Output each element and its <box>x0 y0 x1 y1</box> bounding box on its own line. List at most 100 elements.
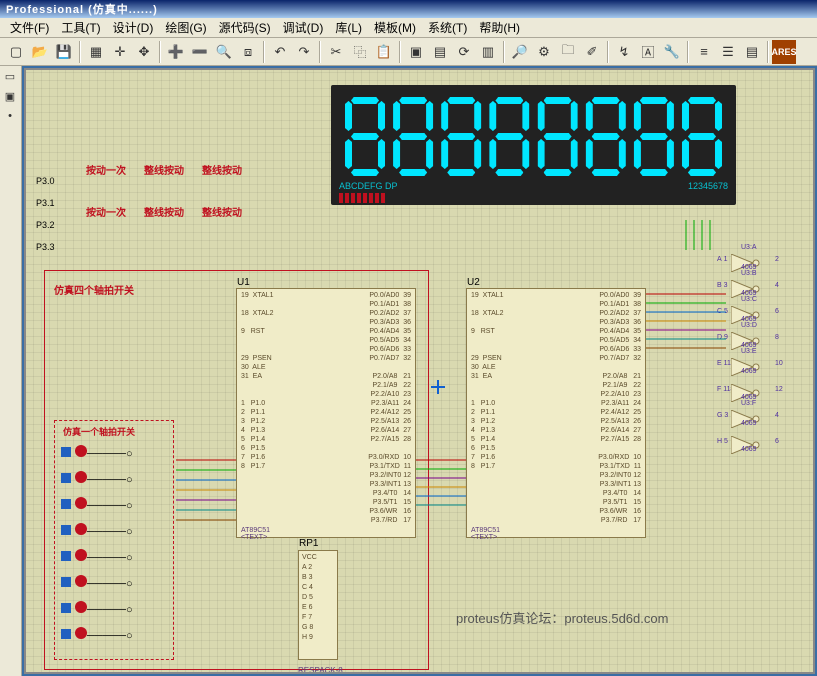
mcu-pin: P2.3/A11 24 <box>559 399 641 408</box>
zoom-area-icon[interactable]: ⧈ <box>236 40 260 64</box>
block-copy-icon[interactable]: ▣ <box>404 40 428 64</box>
undo-icon[interactable]: ↶ <box>268 40 292 64</box>
redo-icon[interactable]: ↷ <box>292 40 316 64</box>
property-icon[interactable]: 🔧 <box>660 40 684 64</box>
part-note: <TEXT> <box>471 534 497 541</box>
seg-digit <box>586 97 626 175</box>
select-mode-icon[interactable]: ▭ <box>0 66 20 86</box>
grid-icon[interactable]: ▦ <box>84 40 108 64</box>
erc-icon[interactable]: ≡ <box>692 40 716 64</box>
make-icon[interactable]: ⚙ <box>532 40 556 64</box>
mcu-pin: 4 P1.3 <box>471 426 553 435</box>
origin-icon[interactable]: ✛ <box>108 40 132 64</box>
pan-icon[interactable]: ✥ <box>132 40 156 64</box>
mcu-pin: 18 XTAL2 <box>241 309 323 318</box>
rp-part: RESPACK-8 <box>298 666 343 674</box>
not-gate[interactable]: U3:E E 11 10 4069 <box>713 354 799 380</box>
pick-icon[interactable]: 🔎 <box>508 40 532 64</box>
menu-file[interactable]: 文件(F) <box>4 17 55 38</box>
ares-button[interactable]: ARES <box>772 40 796 64</box>
menu-source[interactable]: 源代码(S) <box>213 17 277 38</box>
inverter-gates: U3:A A 1 2 4069U3:B B 3 4 4069U3:C C 5 6… <box>713 250 799 458</box>
mcu-pin: P2.2/A10 23 <box>559 390 641 399</box>
dip-switch[interactable]: ─────○ <box>61 471 161 489</box>
not-gate[interactable]: H 5 6 4069 <box>713 432 799 458</box>
mcu-pin: P3.4/T0 14 <box>329 489 411 498</box>
mcu-pin <box>471 336 553 345</box>
menu-debug[interactable]: 调试(D) <box>277 17 330 38</box>
cut-icon[interactable]: ✂ <box>324 40 348 64</box>
save-icon[interactable]: 💾 <box>52 40 76 64</box>
mcu-pin: P3.0/RXD 10 <box>329 453 411 462</box>
mcu-pin: 3 P1.2 <box>471 417 553 426</box>
menu-library[interactable]: 库(L) <box>329 17 368 38</box>
menu-tools[interactable]: 工具(T) <box>55 17 106 38</box>
menu-design[interactable]: 设计(D) <box>107 17 160 38</box>
zoom-in-icon[interactable]: ➕ <box>164 40 188 64</box>
new-icon[interactable]: ▢ <box>4 40 28 64</box>
mcu-pin: P0.3/AD3 36 <box>329 318 411 327</box>
package-icon[interactable]: 🗀 <box>556 40 580 64</box>
mcu-pin <box>471 318 553 327</box>
mcu-u1[interactable]: U1 19 XTAL1P0.0/AD0 39P0.1/AD1 3818 XTAL… <box>236 288 416 538</box>
mcu-pin: P2.1/A9 22 <box>329 381 411 390</box>
dip-switch[interactable]: ─────○ <box>61 601 161 619</box>
cursor-crosshair-icon <box>431 380 445 394</box>
open-icon[interactable]: 📂 <box>28 40 52 64</box>
mcu-pin <box>329 363 411 372</box>
search-icon[interactable]: 🄰 <box>636 40 660 64</box>
mcu-pin: 30 ALE <box>471 363 553 372</box>
bom-icon[interactable]: ▤ <box>740 40 764 64</box>
component-mode-icon[interactable]: ▣ <box>0 86 20 106</box>
mcu-pin: 19 XTAL1 <box>471 291 553 300</box>
menu-help[interactable]: 帮助(H) <box>473 17 526 38</box>
mcu-pin <box>329 444 411 453</box>
mcu-pin: P0.0/AD0 39 <box>559 291 641 300</box>
wave-annotation: 按动一次 <box>86 204 126 219</box>
schematic-canvas[interactable]: P3.0 P3.1 P3.2 P3.3 按动一次 整线按动 整线按动 按动一次 … <box>24 68 815 674</box>
wave-annotation: 整线按动 <box>144 162 184 177</box>
mcu-pin: P2.6/A14 27 <box>329 426 411 435</box>
seg-pin-legend-left: ABCDEFG DP <box>339 181 398 191</box>
decompose-icon[interactable]: ✐ <box>580 40 604 64</box>
menu-template[interactable]: 模板(M) <box>368 17 422 38</box>
mcu-pin <box>471 345 553 354</box>
refdes: RP1 <box>299 539 318 549</box>
mcu-u2[interactable]: U2 19 XTAL1P0.0/AD0 39P0.1/AD1 3818 XTAL… <box>466 288 646 538</box>
mcu-pin: P0.5/AD5 34 <box>329 336 411 345</box>
dip-switch[interactable]: ─────○ <box>61 549 161 567</box>
block-delete-icon[interactable]: ▥ <box>476 40 500 64</box>
mcu-pin: P3.5/T1 15 <box>329 498 411 507</box>
menu-graph[interactable]: 绘图(G) <box>159 17 212 38</box>
dip-switch[interactable]: ─────○ <box>61 523 161 541</box>
junction-icon[interactable]: • <box>0 106 20 126</box>
seg-pin-legend-right: 12345678 <box>688 181 728 191</box>
resistor-pack[interactable]: RP1 VCC A 2B 3C 4D 5E 6F 7G 8H 9 <box>298 550 338 660</box>
block-rotate-icon[interactable]: ⟳ <box>452 40 476 64</box>
mcu-pin: P0.6/AD6 33 <box>329 345 411 354</box>
mcu-pin <box>559 363 641 372</box>
not-gate[interactable]: U3:F G 3 4 4069 <box>713 406 799 432</box>
zoom-fit-icon[interactable]: 🔍 <box>212 40 236 64</box>
dip-switch[interactable]: ─────○ <box>61 627 161 645</box>
block-move-icon[interactable]: ▤ <box>428 40 452 64</box>
zoom-out-icon[interactable]: ➖ <box>188 40 212 64</box>
mcu-pin: 1 P1.0 <box>471 399 553 408</box>
mcu-pin: P3.2/INT0 12 <box>329 471 411 480</box>
menu-system[interactable]: 系统(T) <box>422 17 473 38</box>
paste-icon[interactable]: 📋 <box>372 40 396 64</box>
mcu-pin <box>471 507 553 516</box>
copy-icon[interactable]: ⿻ <box>348 40 372 64</box>
mcu-pin: P3.1/TXD 11 <box>329 462 411 471</box>
separator <box>319 41 321 63</box>
dip-switch[interactable]: ─────○ <box>61 497 161 515</box>
dip-switch[interactable]: ─────○ <box>61 445 161 463</box>
dip-switch[interactable]: ─────○ <box>61 575 161 593</box>
mcu-pin: P0.3/AD3 36 <box>559 318 641 327</box>
mcu-pin: P0.1/AD1 38 <box>329 300 411 309</box>
mcu-pin: P0.6/AD6 33 <box>559 345 641 354</box>
netlist-icon[interactable]: ☰ <box>716 40 740 64</box>
wire-autoroute-icon[interactable]: ↯ <box>612 40 636 64</box>
mcu-pin: 8 P1.7 <box>471 462 553 471</box>
rp-pin: D 5 <box>302 593 334 603</box>
